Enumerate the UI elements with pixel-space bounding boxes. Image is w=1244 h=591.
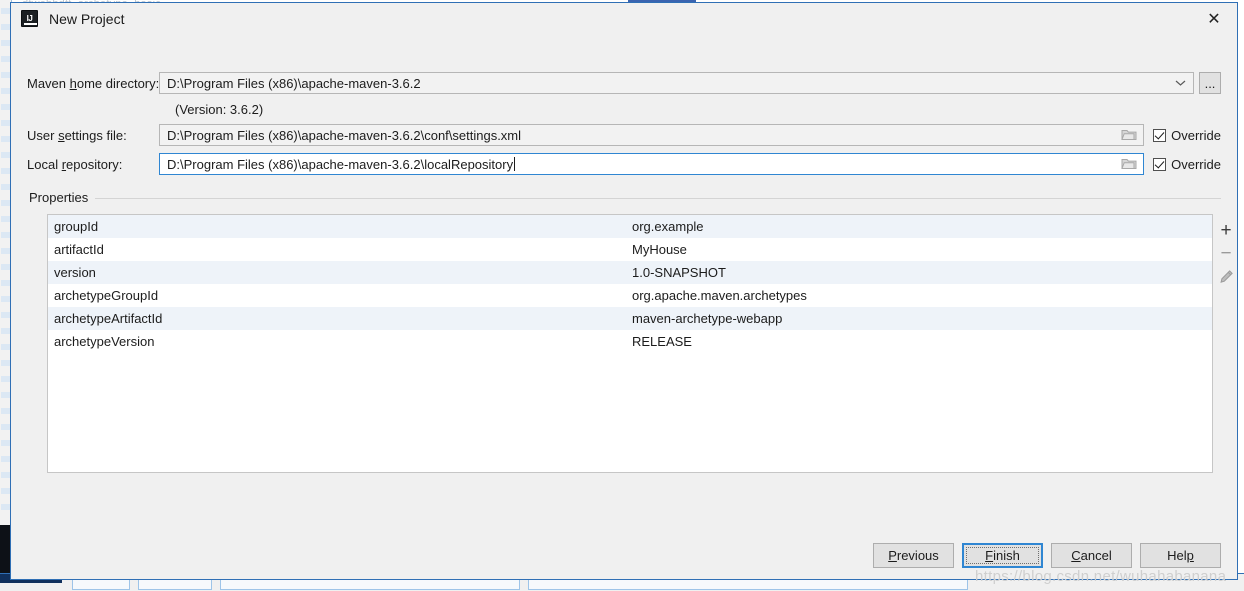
property-value: org.example	[632, 219, 704, 234]
edit-property-button[interactable]	[1214, 265, 1238, 288]
property-value: maven-archetype-webapp	[632, 311, 783, 326]
folder-icon[interactable]	[1121, 158, 1137, 171]
dialog-button-bar: Previous Finish Cancel Help	[873, 543, 1221, 568]
close-icon[interactable]: ✕	[1191, 3, 1237, 34]
properties-group-label: Properties	[29, 190, 96, 205]
checkbox-check-icon	[1153, 157, 1167, 171]
property-value: org.apache.maven.archetypes	[632, 288, 807, 303]
local-repository-override-checkbox[interactable]: Override	[1153, 157, 1221, 172]
remove-property-button[interactable]: −	[1214, 242, 1238, 265]
help-button[interactable]: Help	[1140, 543, 1221, 568]
intellij-idea-icon	[21, 10, 38, 27]
checkbox-check-icon	[1153, 128, 1167, 142]
table-row[interactable]: artifactId MyHouse	[48, 238, 1212, 261]
maven-home-combobox[interactable]: D:\Program Files (x86)\apache-maven-3.6.…	[159, 72, 1194, 94]
dialog-body: Maven home directory: D:\Program Files (…	[11, 34, 1237, 579]
cancel-button[interactable]: Cancel	[1051, 543, 1132, 568]
dialog-titlebar: New Project ✕	[11, 3, 1237, 34]
property-key: groupId	[54, 219, 99, 234]
table-row[interactable]: groupId org.example	[48, 215, 1212, 238]
local-repository-label: Local repository:	[27, 156, 123, 172]
table-row[interactable]: archetypeVersion RELEASE	[48, 330, 1212, 353]
local-repository-row: Local repository: D:\Program Files (x86)…	[27, 153, 1221, 175]
focus-ring	[966, 547, 1039, 564]
user-settings-row: User settings file: D:\Program Files (x8…	[27, 124, 1221, 146]
maven-home-label: Maven home directory:	[27, 75, 160, 91]
chevron-down-icon[interactable]	[1175, 80, 1186, 87]
maven-version-note: (Version: 3.6.2)	[175, 102, 264, 117]
table-row[interactable]: archetypeGroupId org.apache.maven.archet…	[48, 284, 1212, 307]
table-row[interactable]: archetypeArtifactId maven-archetype-weba…	[48, 307, 1212, 330]
property-key: artifactId	[54, 242, 104, 257]
property-key: archetypeGroupId	[54, 288, 159, 303]
property-value: 1.0-SNAPSHOT	[632, 265, 726, 280]
properties-table[interactable]: groupId org.example artifactId MyHouse v…	[47, 214, 1213, 473]
user-settings-override-checkbox[interactable]: Override	[1153, 128, 1221, 143]
user-settings-override-label: Override	[1171, 127, 1221, 143]
property-key: version	[54, 265, 96, 280]
browse-maven-home-button[interactable]: ...	[1199, 72, 1221, 94]
local-repository-value: D:\Program Files (x86)\apache-maven-3.6.…	[167, 156, 514, 172]
folder-icon[interactable]	[1121, 129, 1137, 142]
local-repository-input[interactable]: D:\Program Files (x86)\apache-maven-3.6.…	[159, 153, 1145, 175]
pencil-icon	[1219, 270, 1233, 283]
text-caret	[514, 157, 516, 171]
property-value: MyHouse	[632, 242, 687, 257]
table-row[interactable]: version 1.0-SNAPSHOT	[48, 261, 1212, 284]
user-settings-value: D:\Program Files (x86)\apache-maven-3.6.…	[167, 127, 522, 143]
local-repository-override-label: Override	[1171, 156, 1221, 172]
user-settings-input[interactable]: D:\Program Files (x86)\apache-maven-3.6.…	[159, 124, 1145, 146]
property-key: archetypeVersion	[54, 334, 155, 349]
user-settings-label: User settings file:	[27, 127, 127, 143]
finish-button[interactable]: Finish	[962, 543, 1043, 568]
properties-group-separator	[29, 198, 1221, 199]
properties-toolbar: + −	[1213, 214, 1239, 473]
maven-home-value: D:\Program Files (x86)\apache-maven-3.6.…	[167, 75, 421, 91]
add-property-button[interactable]: +	[1214, 219, 1238, 242]
maven-home-row: Maven home directory: D:\Program Files (…	[27, 72, 1221, 94]
new-project-dialog: New Project ✕ Maven home directory: D:\P…	[10, 2, 1238, 580]
property-value: RELEASE	[632, 334, 692, 349]
property-key: archetypeArtifactId	[54, 311, 163, 326]
dialog-title: New Project	[49, 10, 125, 27]
previous-button[interactable]: Previous	[873, 543, 954, 568]
